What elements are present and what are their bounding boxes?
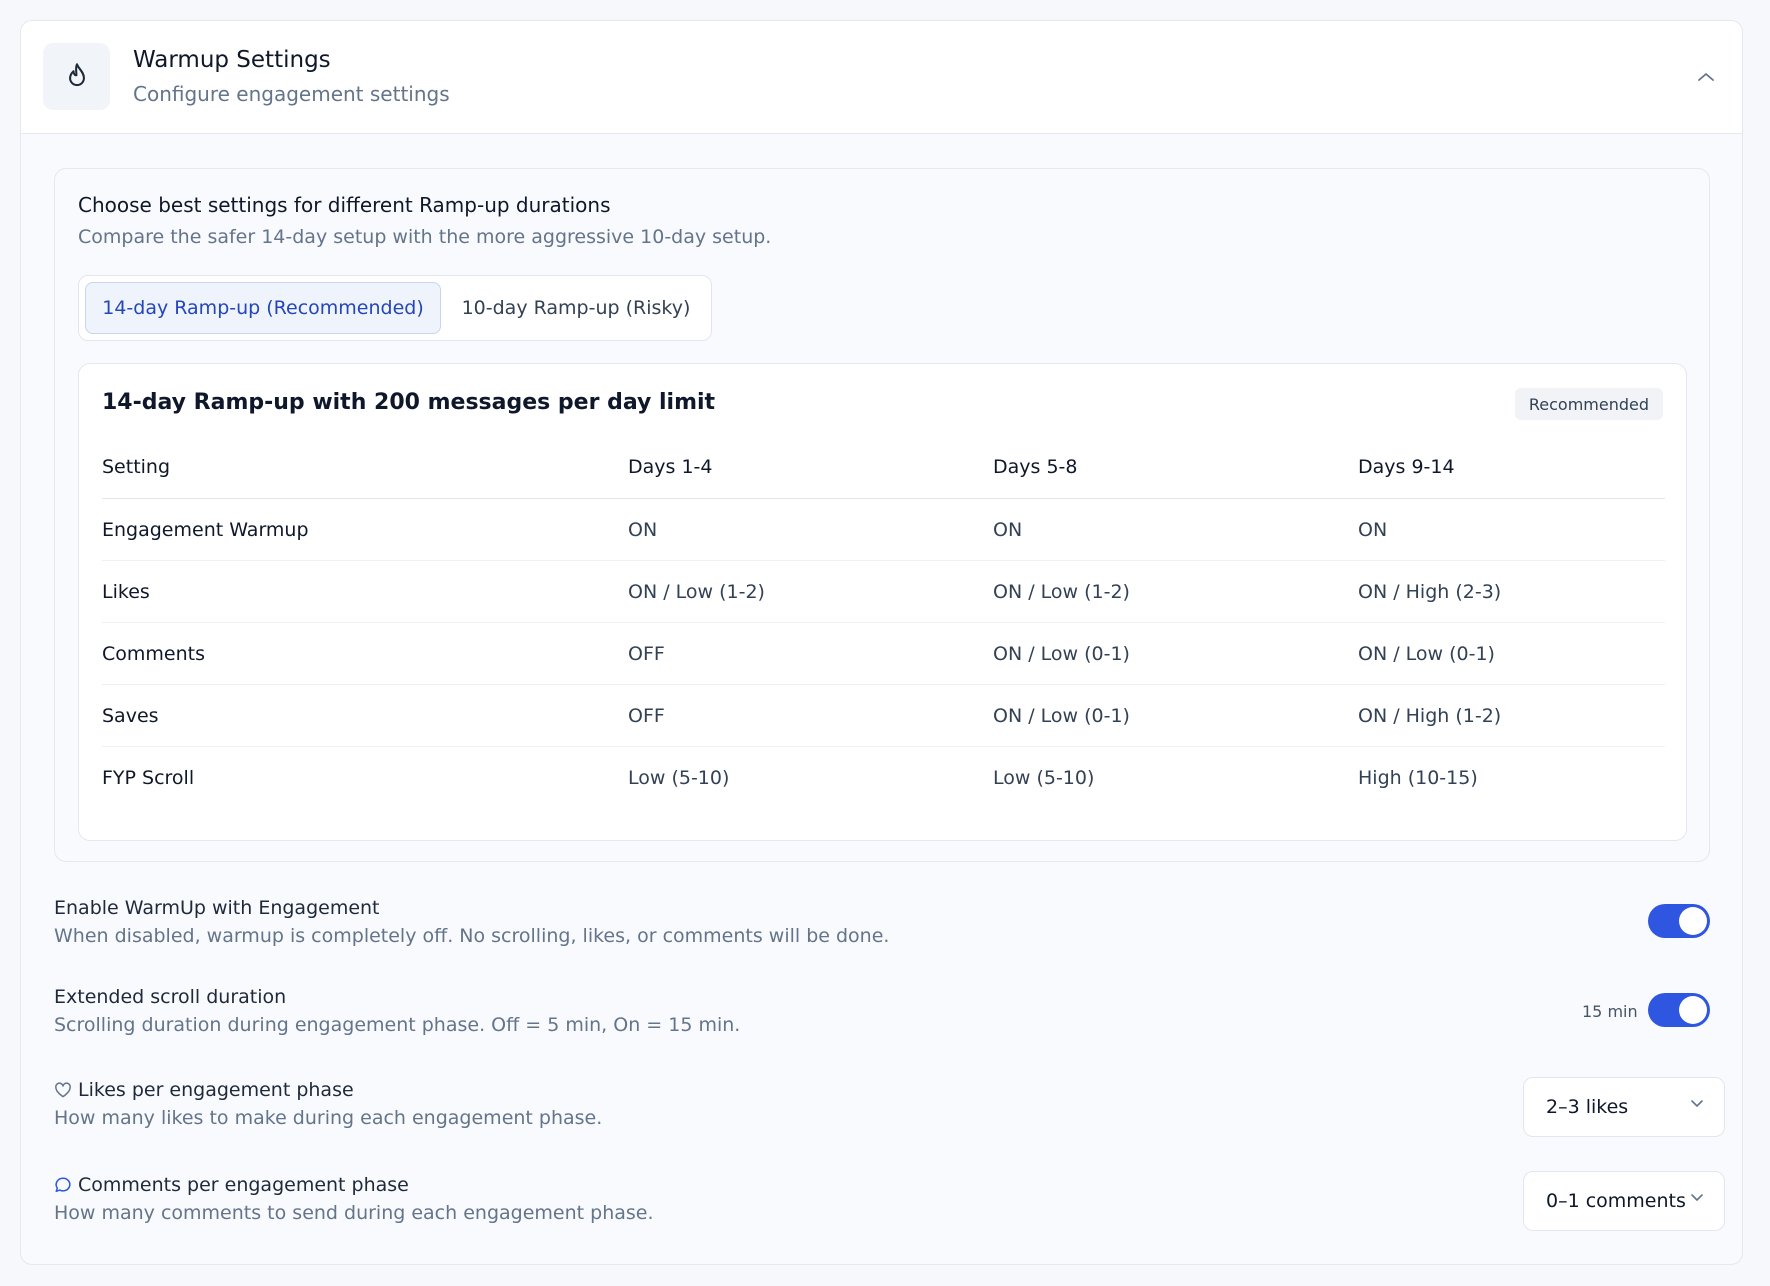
tab-14-day[interactable]: 14-day Ramp-up (Recommended) xyxy=(85,282,441,334)
table-cell: ON / High (2-3) xyxy=(1358,580,1502,603)
select-value: 2–3 likes xyxy=(1546,1096,1629,1118)
table-cell: ON xyxy=(628,518,658,541)
setting-title-row: Likes per engagement phase xyxy=(54,1079,602,1101)
table-cell: ON / Low (0-1) xyxy=(1358,642,1495,665)
card-header[interactable]: Warmup Settings Configure engagement set… xyxy=(21,21,1742,134)
ramp-up-heading: Choose best settings for different Ramp-… xyxy=(78,193,611,217)
card-subtitle: Configure engagement settings xyxy=(133,82,450,106)
table-cell: ON xyxy=(1358,518,1388,541)
table-cell: ON xyxy=(993,518,1023,541)
table-cell: OFF xyxy=(628,642,665,665)
scroll-duration-label: 15 min xyxy=(1582,1002,1638,1021)
table-cell: OFF xyxy=(628,704,665,727)
table-header-row: Setting Days 1-4 Days 5-8 Days 9-14 xyxy=(102,436,1665,499)
enable-warmup-toggle[interactable] xyxy=(1648,904,1710,938)
ramp-up-tabs: 14-day Ramp-up (Recommended) 10-day Ramp… xyxy=(78,275,712,341)
comments-per-phase-setting: Comments per engagement phase How many c… xyxy=(54,1174,654,1224)
setting-description: How many likes to make during each engag… xyxy=(54,1107,603,1129)
card-title: Warmup Settings xyxy=(133,47,331,73)
extended-scroll-setting: Extended scroll duration Scrolling durat… xyxy=(54,986,740,1036)
table-row: FYP Scroll Low (5-10) Low (5-10) High (1… xyxy=(102,747,1665,809)
likes-per-phase-select[interactable]: 2–3 likes xyxy=(1523,1077,1725,1137)
tab-10-day[interactable]: 10-day Ramp-up (Risky) xyxy=(447,282,705,334)
table-cell: ON / Low (1-2) xyxy=(993,580,1130,603)
table-title: 14-day Ramp-up with 200 messages per day… xyxy=(102,390,716,415)
chevron-up-icon[interactable] xyxy=(1690,61,1722,93)
enable-warmup-setting: Enable WarmUp with Engagement When disab… xyxy=(54,897,889,947)
table-cell: ON / Low (1-2) xyxy=(628,580,765,603)
table-row: Likes ON / Low (1-2) ON / Low (1-2) ON /… xyxy=(102,561,1665,623)
setting-description: When disabled, warmup is completely off.… xyxy=(54,925,890,947)
toggle-knob xyxy=(1679,907,1707,935)
chevron-down-icon xyxy=(1691,1194,1703,1201)
recommended-badge: Recommended xyxy=(1514,388,1663,420)
table-cell: Engagement Warmup xyxy=(102,518,309,541)
setting-title: Enable WarmUp with Engagement xyxy=(54,897,380,919)
select-value: 0–1 comments xyxy=(1546,1190,1686,1212)
table-row: Saves OFF ON / Low (0-1) ON / High (1-2) xyxy=(102,685,1665,747)
warmup-settings-card: Warmup Settings Configure engagement set… xyxy=(20,20,1743,1265)
column-header: Setting xyxy=(102,456,171,478)
ramp-up-table-card: 14-day Ramp-up with 200 messages per day… xyxy=(78,363,1687,841)
table-row: Engagement Warmup ON ON ON xyxy=(102,499,1665,561)
table-row: Comments OFF ON / Low (0-1) ON / Low (0-… xyxy=(102,623,1665,685)
table-cell: Comments xyxy=(102,642,205,665)
ramp-up-panel: Choose best settings for different Ramp-… xyxy=(54,168,1710,862)
likes-per-phase-setting: Likes per engagement phase How many like… xyxy=(54,1079,602,1129)
comments-per-phase-select[interactable]: 0–1 comments xyxy=(1523,1171,1725,1231)
column-header: Days 1-4 xyxy=(628,456,713,478)
flame-icon xyxy=(43,43,110,110)
table-cell: FYP Scroll xyxy=(102,767,195,789)
ramp-up-subtitle: Compare the safer 14-day setup with the … xyxy=(78,226,772,248)
chevron-down-icon xyxy=(1691,1100,1703,1107)
table-cell: ON / Low (0-1) xyxy=(993,704,1130,727)
table-cell: High (10-15) xyxy=(1358,767,1478,789)
table-cell: Saves xyxy=(102,704,159,727)
setting-description: Scrolling duration during engagement pha… xyxy=(54,1014,741,1036)
table-cell: Low (5-10) xyxy=(993,767,1095,789)
setting-description: How many comments to send during each en… xyxy=(54,1202,654,1224)
table-cell: Low (5-10) xyxy=(628,767,730,789)
setting-title-row: Comments per engagement phase xyxy=(54,1174,654,1196)
setting-title: Likes per engagement phase xyxy=(78,1079,354,1101)
toggle-knob xyxy=(1679,996,1707,1024)
column-header: Days 9-14 xyxy=(1358,456,1455,478)
table-cell: Likes xyxy=(102,580,150,603)
setting-title: Comments per engagement phase xyxy=(78,1174,409,1196)
setting-title: Extended scroll duration xyxy=(54,986,287,1008)
table-cell: ON / Low (0-1) xyxy=(993,642,1130,665)
extended-scroll-toggle[interactable] xyxy=(1648,993,1710,1027)
comment-icon xyxy=(55,1177,71,1193)
table-cell: ON / High (1-2) xyxy=(1358,704,1502,727)
ramp-up-table: Setting Days 1-4 Days 5-8 Days 9-14 Enga… xyxy=(102,436,1665,809)
column-header: Days 5-8 xyxy=(993,456,1078,478)
heart-icon xyxy=(55,1082,71,1098)
